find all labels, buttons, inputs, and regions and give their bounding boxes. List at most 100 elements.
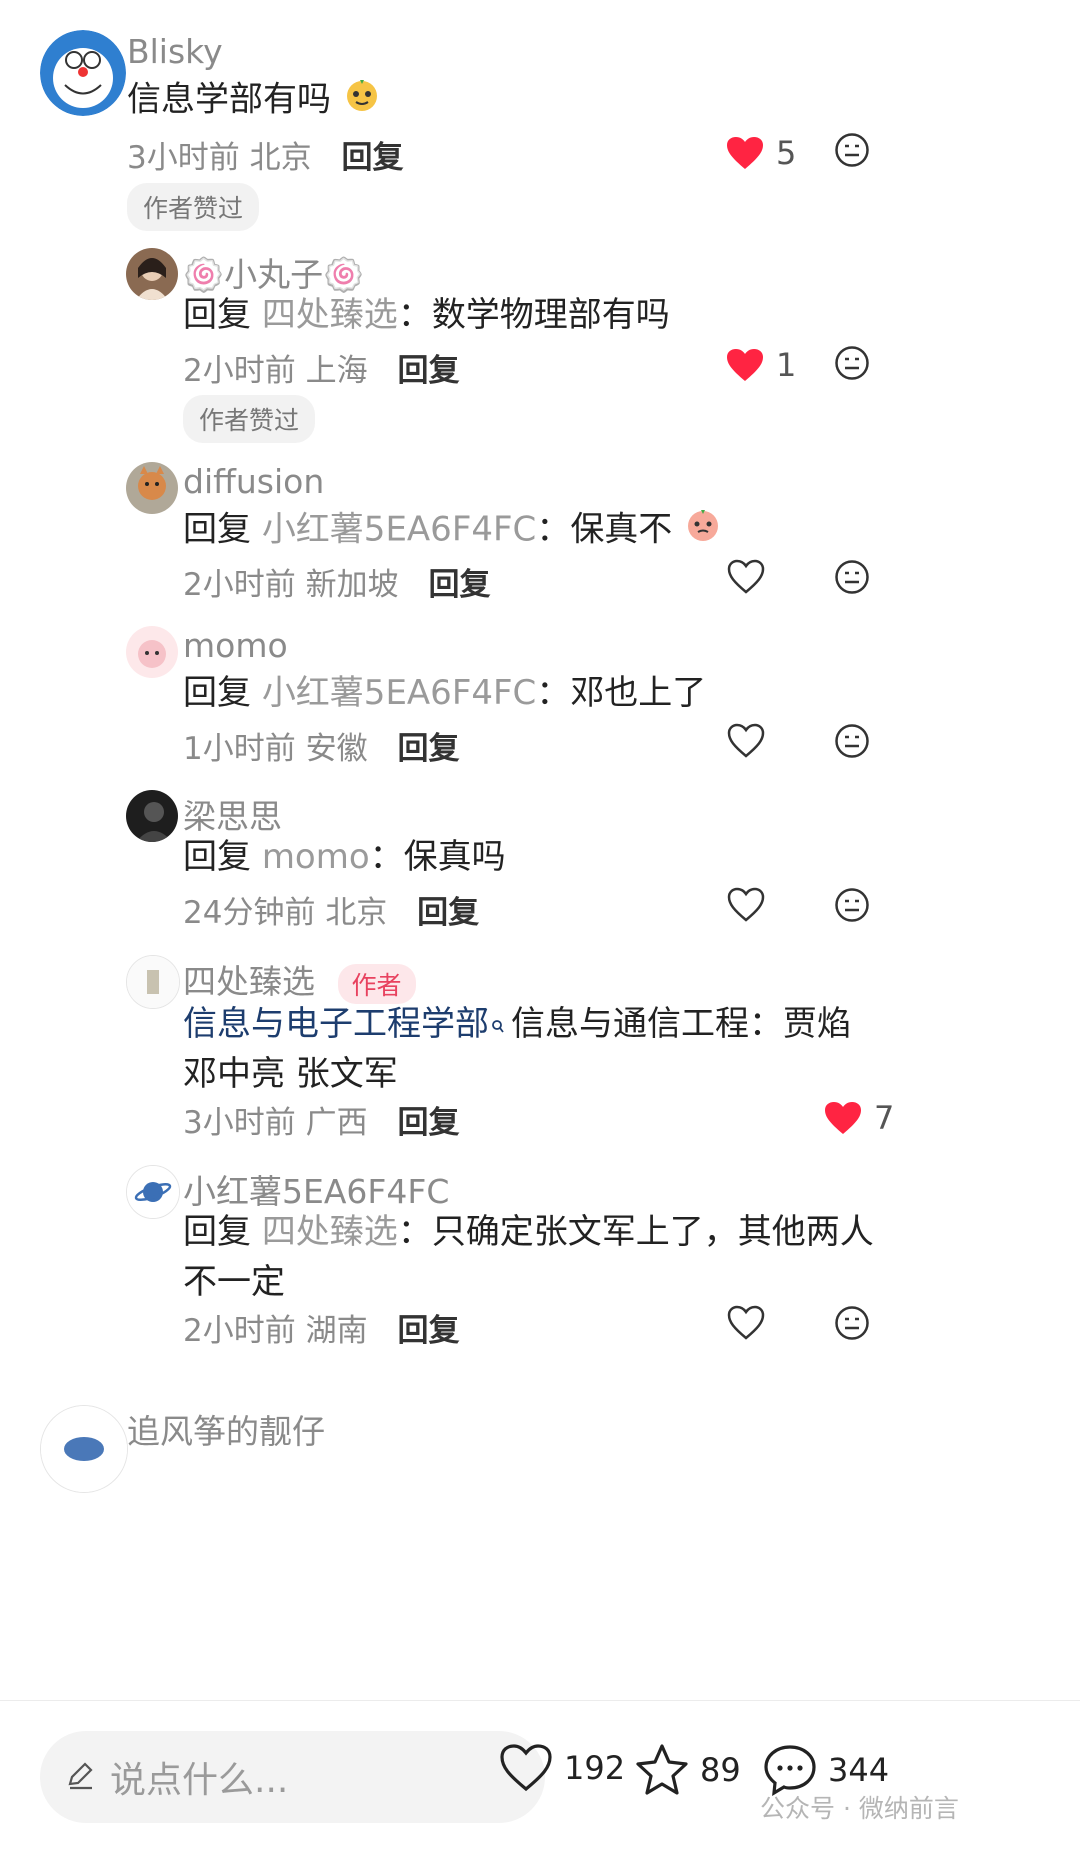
search-link[interactable]: 信息与电子工程学部 (183, 1004, 489, 1044)
separator: ： (397, 1212, 432, 1252)
star-outline-icon (636, 1744, 688, 1795)
comment-location: 北京 (325, 895, 388, 931)
reply-button[interactable]: 回复 (397, 353, 459, 389)
dislike-button[interactable] (834, 887, 870, 927)
stars-count: 89 (700, 1751, 741, 1789)
heart-outline-icon (727, 723, 765, 758)
like-button[interactable] (726, 559, 766, 595)
like-action[interactable]: 192 (498, 1743, 625, 1793)
bottom-action-bar: 说点什么... 192 89 344 公众号 · 微纳前言 (0, 1700, 1080, 1849)
separator: ： (536, 673, 571, 713)
comment-content: 保真吗 (403, 837, 506, 877)
like-count: 7 (874, 1099, 895, 1137)
like-button[interactable]: 7 (824, 1099, 894, 1137)
username[interactable]: Blisky (127, 32, 223, 71)
username[interactable]: 四处臻选 作者 (183, 955, 416, 1004)
like-button[interactable] (726, 1305, 766, 1341)
avatar[interactable] (126, 1165, 180, 1219)
avatar[interactable] (40, 30, 126, 116)
meh-face-icon (835, 346, 869, 380)
separator: ： (536, 509, 571, 550)
like-button[interactable]: 5 (726, 134, 796, 172)
comment-time: 3小时前 (127, 140, 240, 176)
comment-time: 2小时前 (183, 353, 296, 389)
comment-text: 回复 momo：保真吗 (183, 832, 506, 882)
dislike-button[interactable] (834, 723, 870, 763)
meh-face-icon (835, 888, 869, 922)
comment-location: 上海 (305, 353, 368, 389)
avatar[interactable] (126, 462, 178, 514)
heart-filled-icon (727, 137, 763, 169)
like-button[interactable] (726, 887, 766, 923)
comment-time: 24分钟前 (183, 895, 316, 931)
input-placeholder: 说点什么... (110, 1760, 289, 1801)
username[interactable]: momo (183, 626, 288, 665)
comment-meta: 2小时前 湖南 回复 (183, 1305, 459, 1350)
username[interactable]: 🍥小丸子🍥 (183, 248, 364, 296)
comment-meta: 2小时前 上海 回复 (183, 345, 459, 390)
comment-content: 邓也上了 (570, 673, 707, 713)
reply-prefix: 回复 (183, 673, 251, 713)
emoji-icon (683, 504, 723, 558)
mention-user[interactable]: 四处臻选 (262, 295, 398, 335)
reply-button[interactable]: 回复 (417, 895, 479, 931)
meh-face-icon (835, 724, 869, 758)
comment-text: 回复 四处臻选：数学物理部有吗 (183, 290, 670, 340)
username[interactable]: diffusion (183, 462, 324, 501)
meh-face-icon (835, 1306, 869, 1340)
author-liked-badge: 作者赞过 (127, 183, 260, 231)
mention-user[interactable]: 四处臻选 (262, 1212, 398, 1252)
username[interactable]: 小红薯5EA6F4FC (183, 1165, 449, 1213)
reply-prefix: 回复 (183, 295, 251, 335)
comment-text: 信息学部有吗 (127, 74, 382, 128)
avatar[interactable] (40, 1405, 128, 1493)
reply-button[interactable]: 回复 (397, 731, 459, 767)
comment-location: 广西 (305, 1105, 368, 1141)
like-button[interactable]: 1 (726, 346, 796, 384)
likes-count: 192 (564, 1749, 626, 1787)
username[interactable]: 追风筝的靓仔 (127, 1405, 325, 1453)
mention-user[interactable]: 小红薯5EA6F4FC (262, 510, 537, 550)
reply-prefix: 回复 (183, 1212, 251, 1252)
avatar[interactable] (126, 790, 178, 842)
comment-time: 3小时前 (183, 1105, 296, 1141)
like-button[interactable] (726, 723, 766, 759)
like-count: 1 (776, 346, 797, 384)
comment-time: 2小时前 (183, 567, 296, 603)
dislike-button[interactable] (834, 132, 870, 172)
meh-face-icon (835, 133, 869, 167)
comment-time: 2小时前 (183, 1313, 296, 1349)
comment-content: 数学物理部有吗 (431, 295, 670, 335)
comment-meta: 3小时前 北京 回复 (127, 132, 403, 177)
username-text[interactable]: 四处臻选 (183, 962, 315, 1001)
reply-button[interactable]: 回复 (397, 1105, 459, 1141)
comment-input[interactable]: 说点什么... (40, 1731, 545, 1823)
avatar[interactable] (126, 626, 178, 678)
reply-button[interactable]: 回复 (397, 1313, 459, 1349)
comment-meta: 2小时前 新加坡 回复 (183, 559, 490, 604)
heart-filled-icon (727, 349, 763, 381)
comment-time: 1小时前 (183, 731, 296, 767)
username[interactable]: 梁思思 (183, 790, 282, 838)
meh-face-icon (835, 560, 869, 594)
comment-text: 回复 小红薯5EA6F4FC：保真不 (183, 504, 723, 558)
like-count: 5 (776, 134, 797, 172)
avatar[interactable] (126, 955, 180, 1009)
comment-location: 湖南 (305, 1313, 368, 1349)
star-action[interactable]: 89 (634, 1743, 741, 1797)
reply-button[interactable]: 回复 (428, 567, 490, 603)
mention-user[interactable]: 小红薯5EA6F4FC (262, 673, 537, 713)
emoji-icon (342, 74, 382, 128)
reply-prefix: 回复 (183, 509, 251, 550)
dislike-button[interactable] (834, 345, 870, 385)
mention-user[interactable]: momo (262, 837, 370, 877)
separator: ： (369, 837, 404, 877)
avatar[interactable] (126, 248, 178, 300)
comment-meta: 1小时前 安徽 回复 (183, 723, 459, 768)
heart-outline-icon (727, 1305, 765, 1340)
dislike-button[interactable] (834, 1305, 870, 1345)
comment-text: 回复 小红薯5EA6F4FC：邓也上了 (183, 668, 706, 718)
comment-location: 北京 (249, 140, 312, 176)
dislike-button[interactable] (834, 559, 870, 599)
reply-button[interactable]: 回复 (341, 140, 403, 176)
